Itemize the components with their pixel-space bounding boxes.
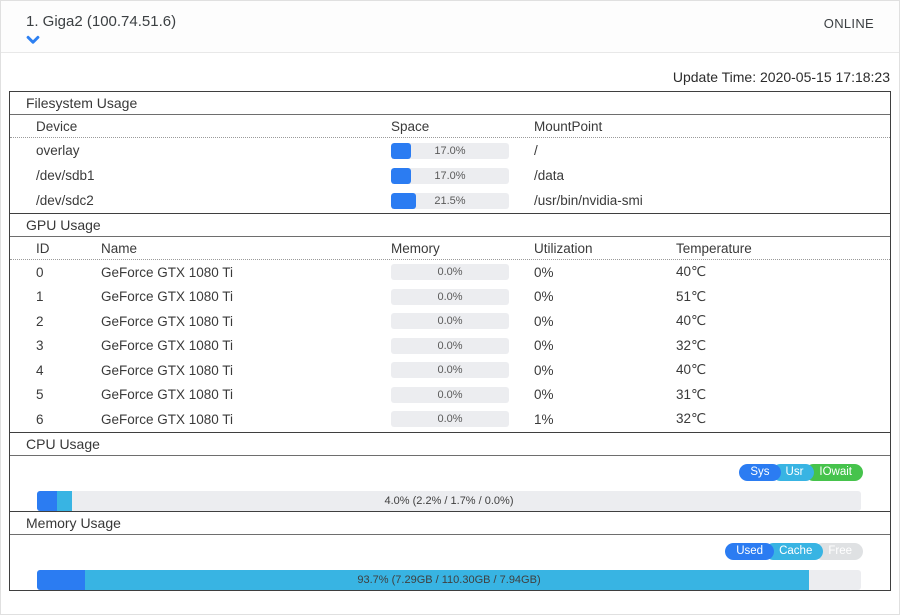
space-usage-bar: 17.0% <box>391 168 509 184</box>
gpu-section: GPU Usage ID Name Memory Utilization Tem… <box>9 213 891 433</box>
gpu-id: 6 <box>36 412 101 427</box>
gpu-name: GeForce GTX 1080 Ti <box>101 289 391 304</box>
cpu-section: CPU Usage Sys Usr IOwait 4.0% (2.2% / 1.… <box>9 432 891 512</box>
gpu-memory-bar: 0.0% <box>391 387 509 403</box>
column-header-memory: Memory <box>391 241 534 256</box>
gpu-id: 2 <box>36 314 101 329</box>
space-usage-bar: 17.0% <box>391 143 509 159</box>
column-header-utilization: Utilization <box>534 241 676 256</box>
gpu-memory-bar: 0.0% <box>391 264 509 280</box>
gpu-memory-bar: 0.0% <box>391 289 509 305</box>
server-monitor-page: 1. Giga2 (100.74.51.6) ONLINE Update Tim… <box>0 0 900 615</box>
server-header-left: 1. Giga2 (100.74.51.6) <box>26 9 176 52</box>
chevron-down-icon[interactable] <box>24 31 42 49</box>
gpu-name: GeForce GTX 1080 Ti <box>101 387 391 402</box>
cpu-legend: Sys Usr IOwait <box>10 464 863 481</box>
gpu-memory-bar: 0.0% <box>391 411 509 427</box>
gpu-row: 2 GeForce GTX 1080 Ti 0.0% 0% 40℃ <box>10 309 890 334</box>
cpu-usage-bar: 4.0% (2.2% / 1.7% / 0.0%) <box>37 491 861 511</box>
space-usage-label: 21.5% <box>391 193 509 209</box>
gpu-memory-label: 0.0% <box>391 362 509 378</box>
gpu-memory-label: 0.0% <box>391 264 509 280</box>
device-name: /dev/sdb1 <box>36 168 391 183</box>
gpu-id: 4 <box>36 363 101 378</box>
server-header: 1. Giga2 (100.74.51.6) ONLINE <box>1 1 899 53</box>
device-name: /dev/sdc2 <box>36 193 391 208</box>
memory-section: Memory Usage Used Cache Free 93.7% (7.29… <box>9 511 891 591</box>
column-header-id: ID <box>36 241 101 256</box>
gpu-utilization: 0% <box>534 338 676 353</box>
memory-section-title: Memory Usage <box>10 512 890 535</box>
gpu-id: 3 <box>36 338 101 353</box>
gpu-id: 1 <box>36 289 101 304</box>
column-header-device: Device <box>36 119 391 134</box>
filesystem-section: Filesystem Usage Device Space MountPoint… <box>9 91 891 214</box>
gpu-utilization: 0% <box>534 289 676 304</box>
gpu-memory-label: 0.0% <box>391 313 509 329</box>
legend-sys: Sys <box>739 464 780 481</box>
gpu-name: GeForce GTX 1080 Ti <box>101 314 391 329</box>
gpu-utilization: 0% <box>534 363 676 378</box>
space-usage-label: 17.0% <box>391 143 509 159</box>
space-usage-label: 17.0% <box>391 168 509 184</box>
server-title: 1. Giga2 (100.74.51.6) <box>26 9 176 30</box>
gpu-id: 0 <box>36 265 101 280</box>
gpu-row: 6 GeForce GTX 1080 Ti 0.0% 1% 32℃ <box>10 407 890 432</box>
gpu-utilization: 1% <box>534 412 676 427</box>
cpu-section-title: CPU Usage <box>10 433 890 456</box>
update-time: Update Time: 2020-05-15 17:18:23 <box>1 53 899 91</box>
column-header-temperature: Temperature <box>676 241 890 256</box>
cpu-usage-label: 4.0% (2.2% / 1.7% / 0.0%) <box>37 491 861 511</box>
gpu-table-header: ID Name Memory Utilization Temperature <box>10 237 890 260</box>
gpu-name: GeForce GTX 1080 Ti <box>101 265 391 280</box>
gpu-memory-bar: 0.0% <box>391 362 509 378</box>
gpu-row: 4 GeForce GTX 1080 Ti 0.0% 0% 40℃ <box>10 358 890 383</box>
gpu-memory-bar: 0.0% <box>391 313 509 329</box>
gpu-row: 0 GeForce GTX 1080 Ti 0.0% 0% 40℃ <box>10 260 890 285</box>
gpu-row: 3 GeForce GTX 1080 Ti 0.0% 0% 32℃ <box>10 334 890 359</box>
gpu-utilization: 0% <box>534 387 676 402</box>
device-name: overlay <box>36 143 391 158</box>
filesystem-section-title: Filesystem Usage <box>10 92 890 115</box>
gpu-memory-label: 0.0% <box>391 289 509 305</box>
gpu-memory-label: 0.0% <box>391 338 509 354</box>
filesystem-row: /dev/sdc2 21.5% /usr/bin/nvidia-smi <box>10 188 890 213</box>
mountpoint: / <box>534 143 890 158</box>
gpu-temperature: 40℃ <box>676 264 890 280</box>
gpu-temperature: 51℃ <box>676 289 890 305</box>
gpu-row: 1 GeForce GTX 1080 Ti 0.0% 0% 51℃ <box>10 285 890 310</box>
memory-usage-bar: 93.7% (7.29GB / 110.30GB / 7.94GB) <box>37 570 861 590</box>
gpu-memory-label: 0.0% <box>391 411 509 427</box>
gpu-name: GeForce GTX 1080 Ti <box>101 338 391 353</box>
memory-legend: Used Cache Free <box>10 543 863 560</box>
gpu-temperature: 31℃ <box>676 387 890 403</box>
gpu-utilization: 0% <box>534 265 676 280</box>
gpu-section-title: GPU Usage <box>10 214 890 237</box>
gpu-name: GeForce GTX 1080 Ti <box>101 363 391 378</box>
gpu-temperature: 40℃ <box>676 313 890 329</box>
gpu-name: GeForce GTX 1080 Ti <box>101 412 391 427</box>
gpu-id: 5 <box>36 387 101 402</box>
filesystem-row: overlay 17.0% / <box>10 138 890 163</box>
gpu-temperature: 40℃ <box>676 362 890 378</box>
column-header-name: Name <box>101 241 391 256</box>
filesystem-table-header: Device Space MountPoint <box>10 115 890 138</box>
gpu-row: 5 GeForce GTX 1080 Ti 0.0% 0% 31℃ <box>10 383 890 408</box>
legend-used: Used <box>725 543 774 560</box>
gpu-utilization: 0% <box>534 314 676 329</box>
filesystem-row: /dev/sdb1 17.0% /data <box>10 163 890 188</box>
legend-iowait: IOwait <box>805 464 863 481</box>
gpu-memory-bar: 0.0% <box>391 338 509 354</box>
status-badge: ONLINE <box>824 9 874 52</box>
gpu-memory-label: 0.0% <box>391 387 509 403</box>
gpu-temperature: 32℃ <box>676 411 890 427</box>
mountpoint: /data <box>534 168 890 183</box>
column-header-mountpoint: MountPoint <box>534 119 890 134</box>
space-usage-bar: 21.5% <box>391 193 509 209</box>
column-header-space: Space <box>391 119 534 134</box>
mountpoint: /usr/bin/nvidia-smi <box>534 193 890 208</box>
gpu-temperature: 32℃ <box>676 338 890 354</box>
memory-usage-label: 93.7% (7.29GB / 110.30GB / 7.94GB) <box>37 570 861 590</box>
